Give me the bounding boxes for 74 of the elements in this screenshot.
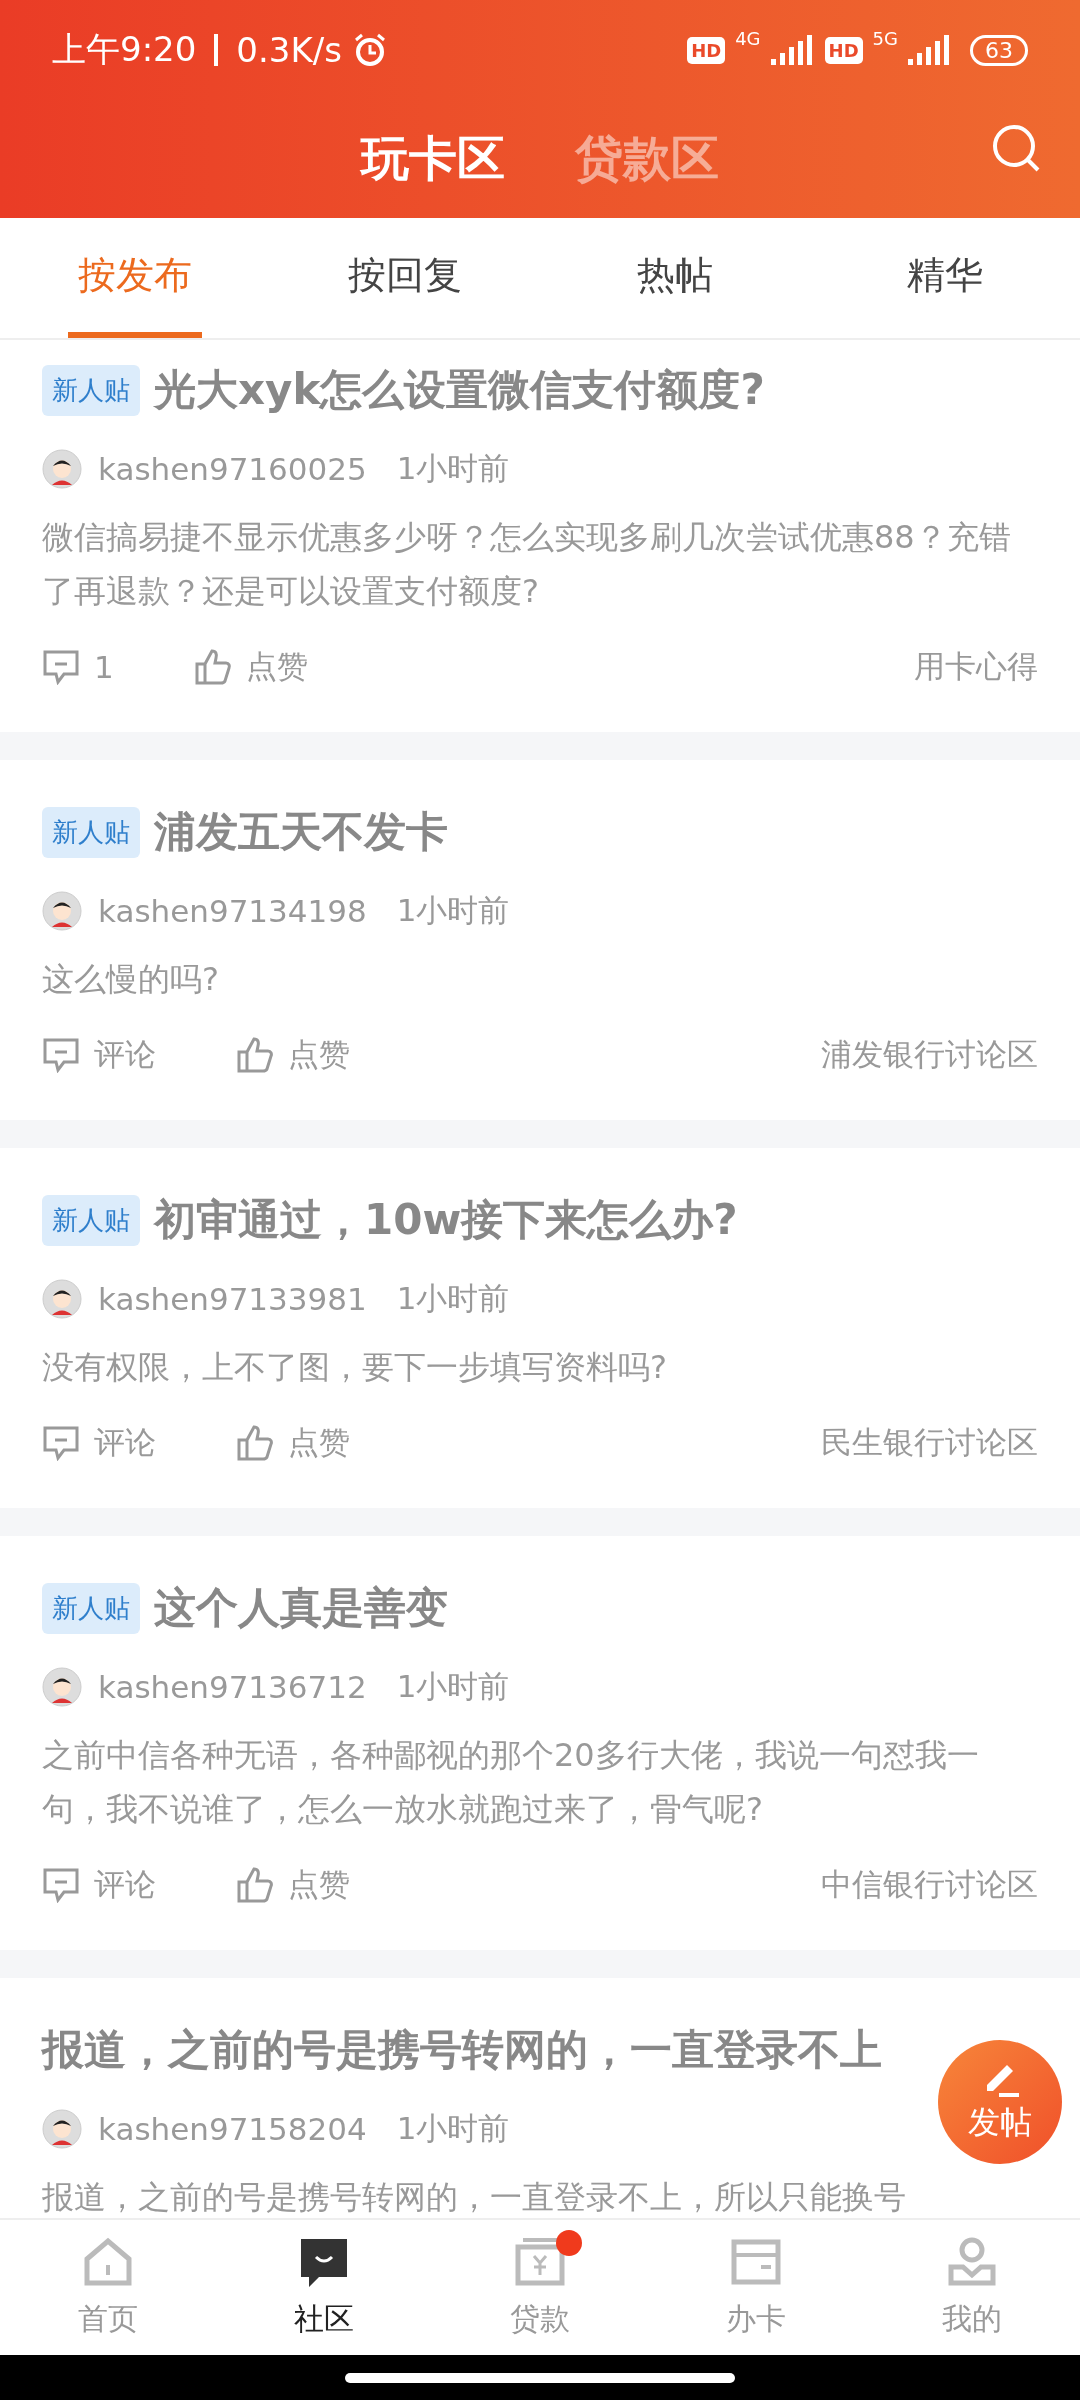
thumbs-up-icon bbox=[236, 1424, 274, 1462]
nav-tab[interactable]: 贷款 bbox=[432, 2220, 648, 2355]
post-card[interactable]: 新人贴 这个人真是善变 kashen97136712 1小时前 之前中信各种无语，各种鄙视的那个20多行大佬，我说一句怼我一句，我不说谁了，怎么一放水就跑过来了，骨气呢? 评论 点赞 中信银行讨论区 bbox=[0, 1536, 1080, 1950]
post-time: 1小时前 bbox=[396, 1279, 510, 1318]
category-link[interactable]: 浦发银行讨论区 bbox=[821, 1034, 1038, 1076]
post-title: 这个人真是善变 bbox=[154, 1582, 448, 1634]
sort-tab[interactable]: 热帖 bbox=[608, 218, 742, 338]
status-time: 上午9:20 bbox=[52, 28, 197, 71]
post-card[interactable]: 新人贴 初审通过，10w接下来怎么办? kashen97133981 1小时前 没有权限，上不了图，要下一步填写资料吗? 评论 点赞 民生银行讨论区 bbox=[0, 1148, 1080, 1508]
network-speed: 0.3K/s bbox=[236, 30, 342, 70]
post-body: 报道，之前的号是携号转网的，一直登录不上，所以只能换号 bbox=[42, 2177, 907, 2218]
post-title: 报道，之前的号是携号转网的，一直登录不上 bbox=[42, 2024, 882, 2076]
network-type: 4G bbox=[735, 28, 761, 49]
post-time: 1小时前 bbox=[396, 2109, 510, 2148]
hd-badge: HD bbox=[824, 36, 863, 64]
new-user-tag: 新人贴 bbox=[42, 806, 140, 858]
section-tab[interactable]: 玩卡区 bbox=[361, 127, 505, 191]
post-title: 浦发五天不发卡 bbox=[154, 806, 448, 858]
author-name: kashen97136712 bbox=[98, 1669, 367, 1705]
post-time: 1小时前 bbox=[396, 1667, 510, 1706]
section-tab[interactable]: 贷款区 bbox=[575, 127, 719, 191]
comment-button[interactable]: 评论 bbox=[42, 1864, 156, 1906]
signal-icon bbox=[908, 35, 952, 65]
sort-tab[interactable]: 按回复 bbox=[338, 218, 472, 338]
post-card[interactable]: 新人贴 浦发五天不发卡 kashen97134198 1小时前 这么慢的吗? 评论 点赞 浦发银行讨论区 bbox=[0, 760, 1080, 1120]
money-box-icon bbox=[513, 2235, 567, 2289]
post-body: 这么慢的吗? bbox=[42, 959, 220, 1000]
comment-button[interactable]: 1 bbox=[42, 649, 114, 685]
like-button[interactable]: 点赞 bbox=[236, 1864, 350, 1906]
avatar-icon bbox=[42, 1667, 82, 1707]
post-title: 光大xyk怎么设置微信支付额度? bbox=[154, 364, 765, 416]
avatar-icon bbox=[42, 2109, 82, 2149]
post-card[interactable]: 新人贴 光大xyk怎么设置微信支付额度? kashen97160025 1小时前 微信搞易捷不显示优惠多少呀？怎么实现多刷几次尝试优惠88？充错了再退款？还是可以设置支付额度? 1 点赞 用卡心得 bbox=[0, 340, 1080, 732]
nav-tab[interactable]: 办卡 bbox=[648, 2220, 864, 2355]
comment-icon bbox=[42, 1425, 80, 1461]
post-time: 1小时前 bbox=[396, 449, 510, 488]
author-name: kashen97160025 bbox=[98, 451, 367, 487]
post-body: 没有权限，上不了图，要下一步填写资料吗? bbox=[42, 1347, 668, 1388]
avatar-icon bbox=[42, 891, 82, 931]
author-name: kashen97134198 bbox=[98, 893, 367, 929]
comment-icon bbox=[42, 1037, 80, 1073]
comment-button[interactable]: 评论 bbox=[42, 1034, 156, 1076]
post-time: 1小时前 bbox=[396, 891, 510, 930]
author-name: kashen97158204 bbox=[98, 2111, 367, 2147]
new-user-tag: 新人贴 bbox=[42, 1194, 140, 1246]
post-body: 之前中信各种无语，各种鄙视的那个20多行大佬，我说一句怼我一句，我不说谁了，怎么一放水就跑过来了，骨气呢? bbox=[42, 1735, 980, 1830]
like-button[interactable]: 点赞 bbox=[236, 1422, 350, 1464]
category-link[interactable]: 民生银行讨论区 bbox=[821, 1422, 1038, 1464]
nav-tab[interactable]: 我的 bbox=[864, 2220, 1080, 2355]
comment-button[interactable]: 评论 bbox=[42, 1422, 156, 1464]
comment-icon bbox=[42, 1867, 80, 1903]
sort-tab[interactable]: 精华 bbox=[878, 218, 1012, 338]
author-name: kashen97133981 bbox=[98, 1281, 367, 1317]
like-button[interactable]: 点赞 bbox=[236, 1034, 350, 1076]
avatar-icon bbox=[42, 1279, 82, 1319]
nav-tab[interactable]: 社区 bbox=[216, 2220, 432, 2355]
network-type: 5G bbox=[872, 28, 898, 49]
nav-tab[interactable]: 首页 bbox=[0, 2220, 216, 2355]
avatar-icon bbox=[42, 449, 82, 489]
post-title: 初审通过，10w接下来怎么办? bbox=[154, 1194, 738, 1246]
thumbs-up-icon bbox=[193, 648, 232, 686]
category-link[interactable]: 用卡心得 bbox=[914, 646, 1038, 688]
hd-badge: HD bbox=[687, 36, 726, 64]
category-link[interactable]: 中信银行讨论区 bbox=[821, 1864, 1038, 1906]
battery-indicator: 63 bbox=[970, 34, 1028, 66]
like-button[interactable]: 点赞 bbox=[193, 646, 308, 688]
post-body: 微信搞易捷不显示优惠多少呀？怎么实现多刷几次尝试优惠88？充错了再退款？还是可以设置支付额度? bbox=[42, 517, 1012, 612]
thumbs-up-icon bbox=[236, 1866, 274, 1904]
signal-icon bbox=[770, 35, 815, 65]
new-user-tag: 新人贴 bbox=[42, 1582, 140, 1634]
comment-icon bbox=[42, 649, 80, 685]
thumbs-up-icon bbox=[236, 1036, 274, 1074]
new-user-tag: 新人贴 bbox=[42, 364, 140, 416]
search-icon[interactable] bbox=[990, 122, 1042, 174]
